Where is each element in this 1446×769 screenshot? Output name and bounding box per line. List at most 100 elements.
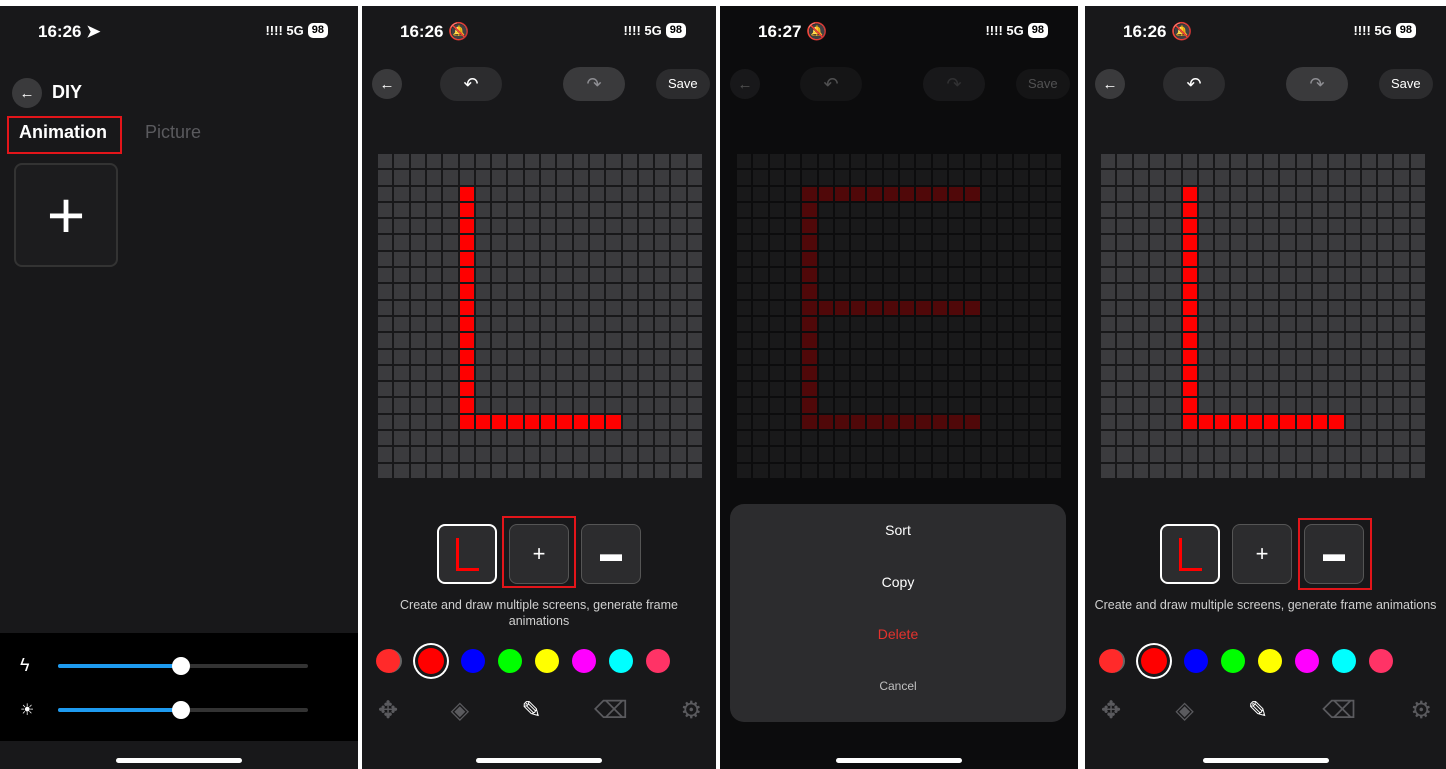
pixel-cell[interactable] [1296,268,1311,283]
pixel-cell[interactable] [1182,251,1197,267]
pixel-cell[interactable] [1410,219,1425,234]
pixel-cell[interactable] [394,398,409,413]
pixel-cell[interactable] [475,349,491,364]
pixel-cell[interactable] [573,235,588,250]
pixel-cell[interactable] [818,316,833,332]
pixel-cell[interactable] [965,431,980,446]
pixel-cell[interactable] [589,333,605,348]
pixel-cell[interactable] [573,202,588,218]
pixel-cell[interactable] [687,251,702,267]
pixel-cell[interactable] [1264,463,1279,478]
pixel-canvas[interactable] [737,154,1061,478]
pixel-cell[interactable] [981,414,996,430]
pixel-cell[interactable] [1101,268,1116,283]
pixel-cell[interactable] [426,284,442,299]
pixel-cell[interactable] [394,414,409,430]
pixel-cell[interactable] [916,463,931,478]
pixel-cell[interactable] [655,382,670,397]
pixel-cell[interactable] [1329,186,1344,201]
pixel-cell[interactable] [426,154,442,169]
pixel-cell[interactable] [851,186,866,201]
pixel-cell[interactable] [981,284,996,299]
pixel-cell[interactable] [1394,316,1409,332]
back-button[interactable]: ← [730,69,760,99]
pixel-cell[interactable] [1345,251,1360,267]
pixel-cell[interactable] [1345,349,1360,364]
pixel-cell[interactable] [867,365,882,381]
pixel-cell[interactable] [769,235,784,250]
back-button[interactable]: ← [1095,69,1125,99]
eraser-icon[interactable]: ⌫ [1322,696,1356,725]
pixel-cell[interactable] [834,316,850,332]
pixel-cell[interactable] [1182,333,1197,348]
pixel-cell[interactable] [1378,219,1393,234]
pixel-cell[interactable] [1264,170,1279,185]
move-icon[interactable]: ✥ [378,696,398,725]
pixel-cell[interactable] [492,382,507,397]
pixel-cell[interactable] [1014,349,1029,364]
pixel-cell[interactable] [378,268,393,283]
pixel-cell[interactable] [1101,186,1116,201]
pixel-cell[interactable] [606,316,621,332]
pixel-cell[interactable] [1166,431,1181,446]
pixel-cell[interactable] [1296,251,1311,267]
pixel-cell[interactable] [900,300,915,315]
pixel-cell[interactable] [1046,186,1061,201]
pixel-cell[interactable] [622,219,637,234]
pixel-cell[interactable] [1166,170,1181,185]
pixel-cell[interactable] [1133,447,1148,462]
pixel-cell[interactable] [769,154,784,169]
pixel-cell[interactable] [769,186,784,201]
pixel-cell[interactable] [1182,463,1197,478]
pixel-cell[interactable] [1312,414,1328,430]
pixel-cell[interactable] [1378,268,1393,283]
pixel-cell[interactable] [818,170,833,185]
pixel-cell[interactable] [916,202,931,218]
pixel-cell[interactable] [606,447,621,462]
pixel-cell[interactable] [638,284,654,299]
pixel-cell[interactable] [981,447,996,462]
pixel-cell[interactable] [1117,463,1132,478]
pixel-cell[interactable] [426,251,442,267]
pixel-cell[interactable] [443,382,458,397]
pixel-cell[interactable] [573,382,588,397]
pixel-cell[interactable] [410,284,425,299]
pixel-cell[interactable] [1312,316,1328,332]
pixel-cell[interactable] [508,398,523,413]
pixel-cell[interactable] [1030,349,1045,364]
pixel-cell[interactable] [508,186,523,201]
pixel-cell[interactable] [1296,447,1311,462]
pixel-cell[interactable] [1394,284,1409,299]
pixel-cell[interactable] [1264,300,1279,315]
pixel-cell[interactable] [1198,268,1214,283]
pixel-cell[interactable] [573,316,588,332]
pixel-cell[interactable] [1378,186,1393,201]
pixel-cell[interactable] [1361,202,1377,218]
pixel-cell[interactable] [492,414,507,430]
pixel-cell[interactable] [769,447,784,462]
pixel-cell[interactable] [573,447,588,462]
pixel-cell[interactable] [1030,316,1045,332]
pixel-cell[interactable] [475,284,491,299]
pixel-cell[interactable] [948,398,964,413]
pixel-cell[interactable] [851,398,866,413]
pixel-cell[interactable] [1182,316,1197,332]
pixel-cell[interactable] [785,284,801,299]
pixel-cell[interactable] [589,414,605,430]
pixel-cell[interactable] [541,349,556,364]
pixel-cell[interactable] [1361,316,1377,332]
pixel-cell[interactable] [785,316,801,332]
pixel-cell[interactable] [1410,398,1425,413]
pixel-cell[interactable] [492,219,507,234]
pixel-cell[interactable] [1378,398,1393,413]
pixel-cell[interactable] [785,349,801,364]
pixel-cell[interactable] [1133,251,1148,267]
pixel-cell[interactable] [606,431,621,446]
pixel-cell[interactable] [541,300,556,315]
pixel-cell[interactable] [900,398,915,413]
pixel-cell[interactable] [851,235,866,250]
pixel-cell[interactable] [1166,202,1181,218]
pixel-cell[interactable] [671,365,686,381]
pixel-cell[interactable] [1410,463,1425,478]
pixel-cell[interactable] [1149,447,1165,462]
